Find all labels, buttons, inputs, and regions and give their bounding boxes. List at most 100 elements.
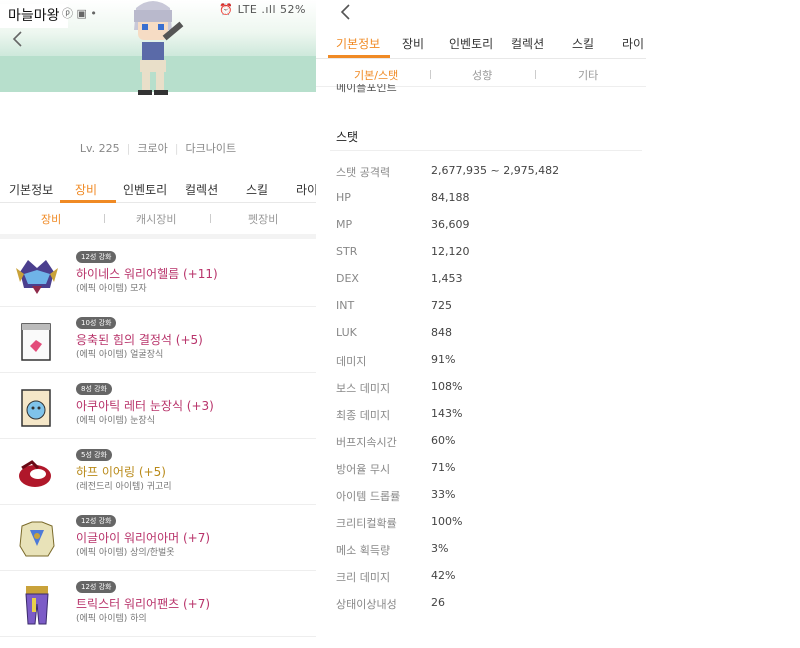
stat-row: 스탯 공격력 2,677,935 ~ 2,975,482 (336, 164, 636, 184)
back-arrow-icon[interactable] (336, 2, 356, 22)
back-arrow-icon[interactable] (10, 30, 28, 48)
tab-skill[interactable]: 스킬 (246, 181, 268, 198)
stat-row: 메소 획득량 3% (336, 542, 636, 562)
star-force-badge: 10성 강화 (76, 317, 117, 329)
stat-row: 아이템 드롭률 33% (336, 488, 636, 508)
character-avatar (134, 1, 184, 95)
stat-row: MP 36,609 (336, 218, 636, 238)
stat-row: DEX 1,453 (336, 272, 636, 292)
item-name: 하프 이어링 (+5) (76, 465, 166, 479)
list-item[interactable]: 5성 강화 하프 이어링 (+5) (레전드리 아이템) 귀고리 (0, 438, 316, 505)
item-name: 응축된 힘의 결정석 (+5) (76, 333, 203, 347)
list-item[interactable]: 12성 강화 트릭스터 워리어팬츠 (+7) (에픽 아이템) 하의 (0, 570, 316, 637)
tab-skill[interactable]: 스킬 (572, 35, 594, 52)
item-type: (에픽 아이템) 상의/한벌옷 (76, 548, 175, 558)
helmet-icon (16, 260, 58, 294)
star-force-badge: 5성 강화 (76, 449, 112, 461)
stats-panel: 기본정보 장비 인벤토리 컬렉션 스킬 라이 기본/스탯 성향 기타 메이플포인… (316, 0, 800, 648)
tab-basic-info[interactable]: 기본정보 (336, 35, 380, 52)
eye-accessory-icon (21, 389, 51, 427)
character-name: 마늘마왕 (0, 4, 68, 28)
active-tab-indicator (328, 55, 390, 58)
tab-collection[interactable]: 컬렉션 (511, 35, 544, 52)
main-tabs: 기본정보 장비 인벤토리 컬렉션 스킬 라이 (0, 176, 316, 203)
stat-row: HP 84,188 (336, 191, 636, 211)
stat-label: MP (336, 218, 353, 231)
subtab-divider (430, 70, 431, 79)
stat-value: 1,453 (431, 272, 463, 285)
stat-label: INT (336, 299, 355, 312)
stat-label: DEX (336, 272, 359, 285)
stat-value: 2,677,935 ~ 2,975,482 (431, 164, 560, 177)
section-title: 스탯 (336, 130, 359, 144)
stat-label: 메소 획득량 (336, 544, 391, 557)
stat-label: 크리 데미지 (336, 571, 391, 584)
character-job: 다크나이트 (185, 142, 237, 155)
list-item[interactable]: 8성 강화 아쿠아틱 레터 눈장식 (+3) (에픽 아이템) 눈장식 (0, 372, 316, 439)
stat-label: 방어율 무시 (336, 463, 391, 476)
stat-label: 메이플포인트 (336, 84, 397, 94)
stat-row: 크리 데미지 42% (336, 569, 636, 589)
armor-icon (19, 521, 55, 557)
subtab-equipment[interactable]: 장비 (41, 211, 61, 227)
subtab-cash-equipment[interactable]: 캐시장비 (136, 211, 176, 227)
stat-label: LUK (336, 326, 357, 339)
stat-value: 848 (431, 326, 452, 339)
stat-value: 108% (431, 380, 463, 393)
subtab-other[interactable]: 기타 (578, 67, 598, 83)
stat-value: 84,188 (431, 191, 470, 204)
status-bar-icons: ⓟ ▣ • (62, 7, 97, 20)
stat-row: 버프지속시간 60% (336, 434, 636, 454)
section-divider (330, 150, 642, 151)
subtab-propensity[interactable]: 성향 (472, 67, 492, 83)
stat-label: 데미지 (336, 355, 367, 368)
active-tab-indicator (60, 200, 116, 203)
stat-value: 91% (431, 353, 456, 366)
stat-value: 71% (431, 461, 456, 474)
item-name: 이글아이 워리어아머 (+7) (76, 531, 211, 545)
tab-basic-info[interactable]: 기본정보 (9, 181, 53, 198)
subtab-basic-stats[interactable]: 기본/스탯 (354, 67, 398, 83)
stat-value: 36,609 (431, 218, 470, 231)
stat-value: 60% (431, 434, 456, 447)
stat-row: 데미지 91% (336, 353, 636, 373)
earring-icon (19, 460, 51, 487)
list-item[interactable]: 12성 강화 하이네스 워리어헬름 (+11) (에픽 아이템) 모자 (0, 240, 316, 307)
status-bar-right: ⏰ LTE .ıll 52% (219, 3, 306, 16)
stat-label: 스탯 공격력 (336, 166, 391, 179)
stat-label: 버프지속시간 (336, 436, 397, 449)
item-name: 하이네스 워리어헬름 (+11) (76, 267, 218, 281)
stat-label: STR (336, 245, 358, 258)
tab-equipment[interactable]: 장비 (75, 181, 97, 198)
section-divider (0, 234, 316, 239)
main-tabs: 기본정보 장비 인벤토리 컬렉션 스킬 라이 (316, 30, 646, 59)
stat-label: 최종 데미지 (336, 409, 391, 422)
tab-inventory[interactable]: 인벤토리 (123, 181, 167, 198)
stat-row: 상태이상내성 26 (336, 596, 636, 616)
tab-more[interactable]: 라이 (296, 181, 316, 198)
stat-row: 방어율 무시 71% (336, 461, 636, 481)
face-accessory-icon (21, 323, 51, 361)
star-force-badge: 12성 강화 (76, 581, 117, 593)
item-type: (에픽 아이템) 모자 (76, 284, 147, 294)
list-item[interactable]: 12성 강화 이글아이 워리어아머 (+7) (에픽 아이템) 상의/한벌옷 (0, 504, 316, 571)
stat-value: 100% (431, 515, 463, 528)
subtab-divider (535, 70, 536, 79)
item-name: 트릭스터 워리어팬츠 (+7) (76, 597, 211, 611)
stat-value: 3% (431, 542, 449, 555)
stat-label: 아이템 드롭률 (336, 490, 401, 503)
tab-more[interactable]: 라이 (622, 35, 644, 52)
star-force-badge: 12성 강화 (76, 515, 117, 527)
equipment-panel: 마늘마왕 ⓟ ▣ • ⏰ LTE .ıll 52% Lv. 225 | 크로아 | 다크… (0, 0, 316, 648)
item-type: (에픽 아이템) 얼굴장식 (76, 350, 164, 360)
tab-collection[interactable]: 컬렉션 (185, 181, 218, 198)
tab-inventory[interactable]: 인벤토리 (449, 35, 493, 52)
item-type: (에픽 아이템) 하의 (76, 614, 147, 624)
stat-row: LUK 848 (336, 326, 636, 346)
list-item[interactable]: 10성 강화 응축된 힘의 결정석 (+5) (에픽 아이템) 얼굴장식 (0, 306, 316, 373)
tab-equipment[interactable]: 장비 (402, 35, 424, 52)
subtab-pet-equipment[interactable]: 펫장비 (248, 211, 278, 227)
character-level: Lv. 225 (79, 142, 120, 155)
character-world: 크로아 (137, 142, 168, 155)
stat-row: 최종 데미지 143% (336, 407, 636, 427)
